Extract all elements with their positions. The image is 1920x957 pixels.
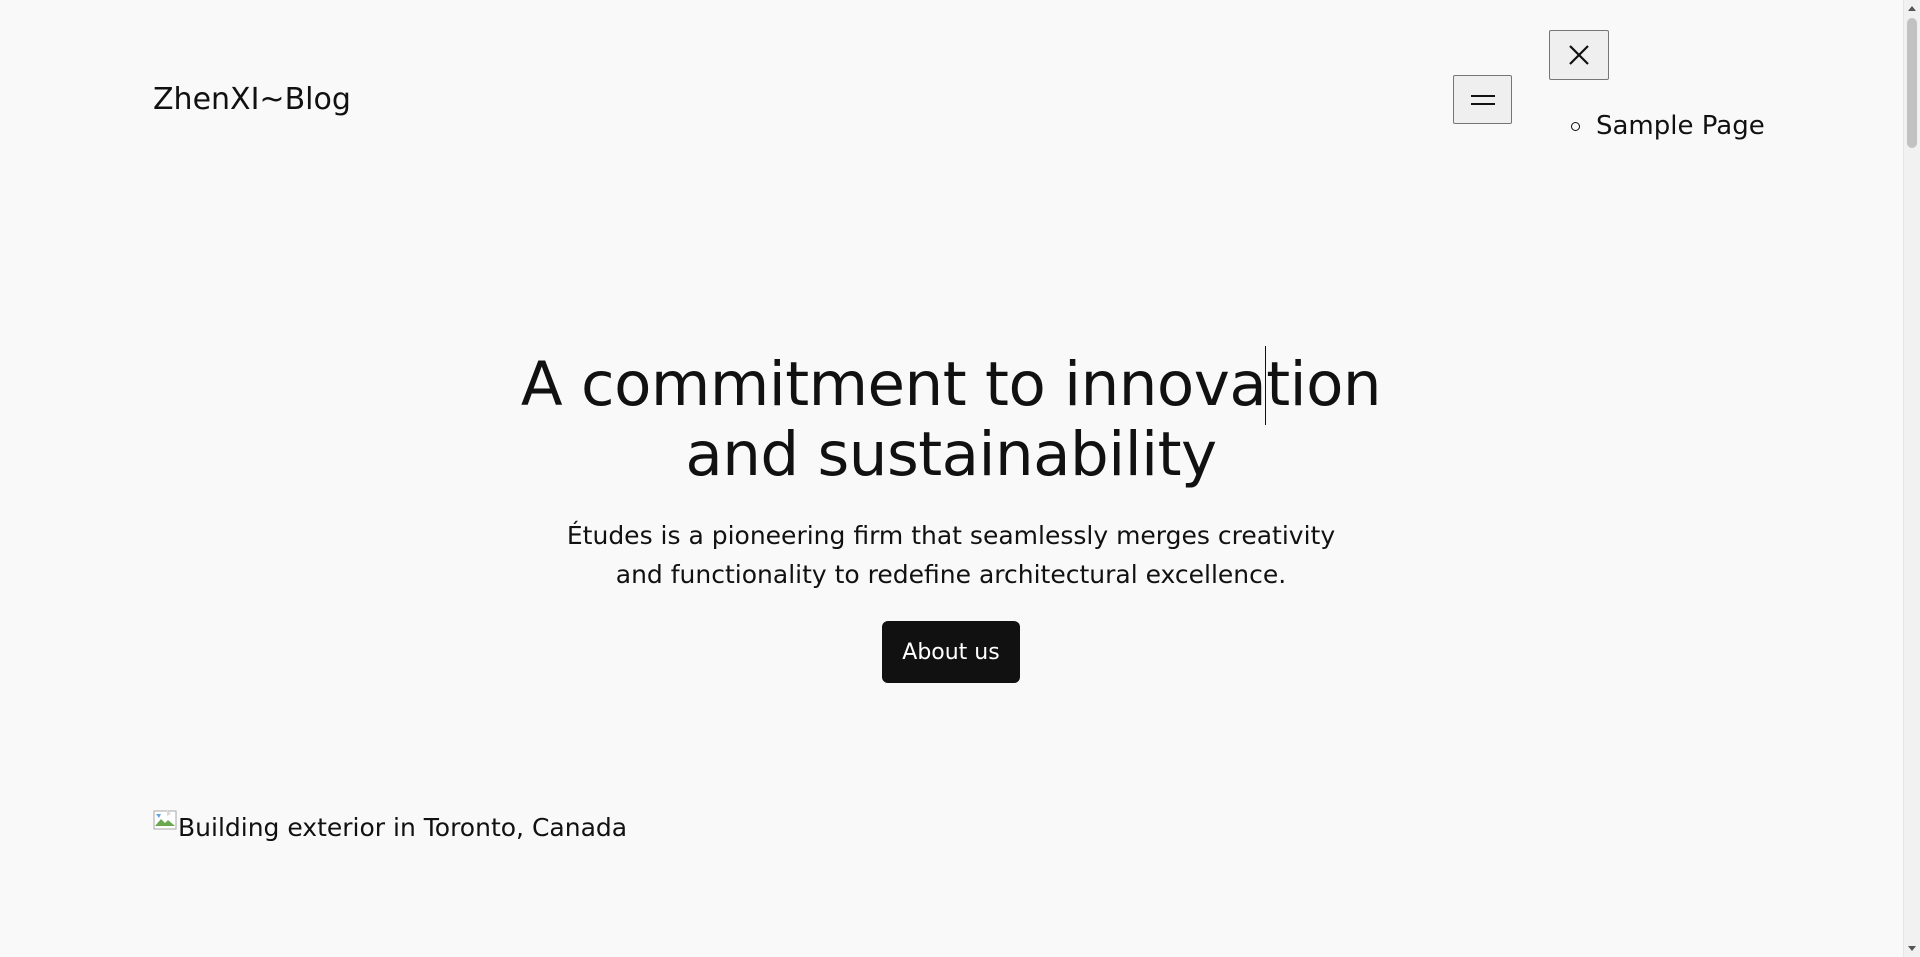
hero-section: A commitment to innovation and sustainab… xyxy=(480,350,1422,683)
nav-item-sample-page: Sample Page xyxy=(1571,106,1765,146)
site-title-link[interactable]: ZhenXI~Blog xyxy=(153,80,351,120)
hamburger-menu-button[interactable] xyxy=(1453,75,1512,124)
text-caret xyxy=(1265,346,1266,425)
building-image-placeholder: Building exterior in Toronto, Canada xyxy=(153,808,627,848)
image-alt-text: Building exterior in Toronto, Canada xyxy=(178,813,628,842)
about-us-button[interactable]: About us xyxy=(882,621,1020,683)
hero-description: Études is a pioneering firm that seamles… xyxy=(566,521,1336,589)
hamburger-menu-icon xyxy=(1470,94,1495,105)
vertical-scrollbar[interactable] xyxy=(1903,0,1920,957)
scroll-up-arrow-icon[interactable] xyxy=(1908,6,1916,11)
navigation-menu: Sample Page xyxy=(1571,106,1765,146)
close-icon xyxy=(1569,45,1589,65)
page: ZhenXI~Blog Sample Page A commitment to … xyxy=(0,0,1920,957)
close-menu-button[interactable] xyxy=(1549,30,1609,80)
scroll-down-arrow-icon[interactable] xyxy=(1908,946,1916,951)
scrollbar-thumb[interactable] xyxy=(1907,18,1917,148)
sample-page-link[interactable]: Sample Page xyxy=(1596,106,1765,146)
broken-image-icon xyxy=(153,810,177,830)
hero-title: A commitment to innovation and sustainab… xyxy=(520,349,1382,490)
circle-bullet-icon xyxy=(1571,121,1580,131)
